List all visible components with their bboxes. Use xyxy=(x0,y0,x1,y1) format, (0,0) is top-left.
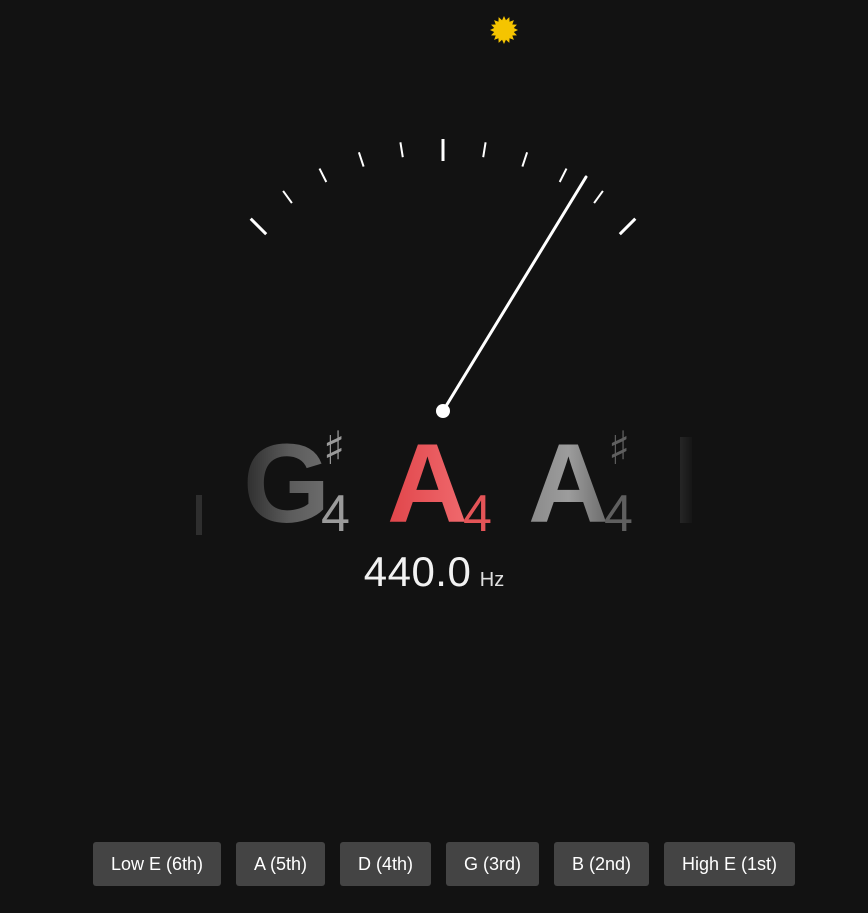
previous-note-octave: 4 xyxy=(321,485,350,543)
frequency-readout: 440.0 Hz xyxy=(0,548,868,596)
current-note-name: A xyxy=(387,421,468,546)
far-next-note-fragment xyxy=(680,437,692,523)
meter-needle xyxy=(441,175,588,413)
meter-tick xyxy=(249,217,268,236)
string-selector: Low E (6th) A (5th) D (4th) G (3rd) B (2… xyxy=(0,842,868,886)
current-note-octave: 4 xyxy=(463,485,492,543)
meter-tick xyxy=(558,168,568,183)
next-note-octave: 4 xyxy=(604,485,633,543)
string-button-high-e[interactable]: High E (1st) xyxy=(664,842,795,886)
current-note: A 4 xyxy=(387,420,507,550)
next-note-name: A xyxy=(528,421,609,546)
string-button-b[interactable]: B (2nd) xyxy=(554,842,649,886)
string-button-d[interactable]: D (4th) xyxy=(340,842,431,886)
frequency-value: 440.0 xyxy=(363,548,472,595)
tuner-app: G ♯ 4 A 4 A ♯ 4 440.0 Hz Low E (6th) A (… xyxy=(0,0,868,913)
meter-tick xyxy=(318,168,328,183)
string-button-a[interactable]: A (5th) xyxy=(236,842,325,886)
meter-scale xyxy=(249,139,637,236)
note-carousel: G ♯ 4 A 4 A ♯ 4 xyxy=(0,420,868,550)
meter-tick xyxy=(482,142,487,158)
previous-note: G ♯ 4 xyxy=(243,420,363,550)
string-button-g[interactable]: G (3rd) xyxy=(446,842,539,886)
meter-tick xyxy=(399,142,404,158)
meter-tick xyxy=(282,190,293,204)
meter-tick xyxy=(593,190,604,204)
string-button-low-e[interactable]: Low E (6th) xyxy=(93,842,221,886)
next-note-sharp: ♯ xyxy=(608,421,631,475)
needle-pivot xyxy=(436,404,450,418)
tuning-meter xyxy=(249,139,637,418)
previous-note-sharp: ♯ xyxy=(323,421,346,475)
previous-note-name: G xyxy=(243,421,331,546)
meter-tick xyxy=(618,217,637,236)
next-note: A ♯ 4 xyxy=(528,420,648,550)
frequency-unit: Hz xyxy=(479,569,505,591)
meter-tick xyxy=(521,151,529,167)
meter-tick xyxy=(357,151,365,167)
